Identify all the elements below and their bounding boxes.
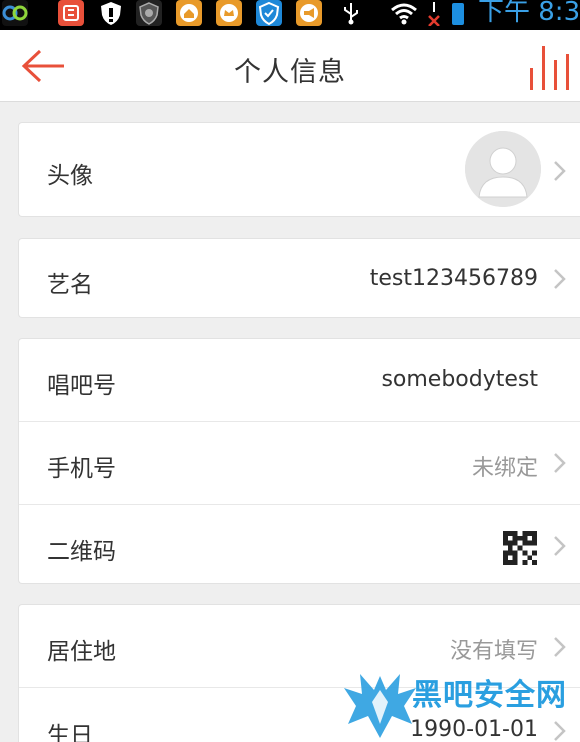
default-avatar-icon[interactable] xyxy=(465,131,541,207)
shield-white-icon xyxy=(98,0,124,26)
chevron-right-icon xyxy=(554,161,566,181)
birthday-label: 生日 xyxy=(47,723,93,742)
stage-name-card: 艺名 test123456789 xyxy=(18,238,580,318)
qr-code-label: 二维码 xyxy=(47,539,116,565)
phone-value: 未绑定 xyxy=(471,456,538,481)
shield-blue-icon xyxy=(256,0,282,26)
avatar-label: 头像 xyxy=(47,163,93,189)
chevron-right-icon xyxy=(554,637,566,657)
home-app-icon xyxy=(176,0,202,26)
phone-label: 手机号 xyxy=(47,456,116,482)
changba-id-label: 唱吧号 xyxy=(47,373,116,399)
megaphone-app-icon xyxy=(296,0,322,26)
bat-logo-icon xyxy=(344,674,416,738)
signal-blocked-icon xyxy=(426,0,442,27)
stage-name-label: 艺名 xyxy=(47,272,93,298)
security-badge-icon xyxy=(136,0,162,26)
qr-code-row[interactable]: 二维码 xyxy=(19,505,580,585)
watermark-url: www.myhack58.com xyxy=(412,706,574,722)
avatar-card: 头像 xyxy=(18,122,580,217)
usb-icon xyxy=(338,0,364,26)
changba-id-value: somebodytest xyxy=(381,367,538,392)
account-card: 唱吧号 somebodytest 手机号 未绑定 二维码 xyxy=(18,338,580,584)
changba-id-row: 唱吧号 somebodytest xyxy=(19,339,580,421)
stage-name-row[interactable]: 艺名 test123456789 xyxy=(19,239,580,319)
playing-indicator-button[interactable] xyxy=(526,42,580,90)
residence-value: 没有填写 xyxy=(449,639,538,664)
residence-label: 居住地 xyxy=(47,639,116,665)
app-icon-1 xyxy=(2,0,28,26)
status-time: 下午 8:3 xyxy=(478,0,580,27)
chevron-right-icon xyxy=(554,536,566,556)
phone-row[interactable]: 手机号 未绑定 xyxy=(19,422,580,504)
sing-app-icon xyxy=(58,0,84,26)
status-bar: 下午 8:3 xyxy=(0,0,580,30)
bars-icon xyxy=(530,46,569,90)
watermark: 黑吧安全网 www.myhack58.com xyxy=(340,668,574,742)
battery-icon xyxy=(452,3,464,25)
stage-name-value: test123456789 xyxy=(369,266,538,291)
chevron-right-icon xyxy=(554,269,566,289)
wifi-icon xyxy=(390,0,417,26)
avatar-row[interactable]: 头像 xyxy=(19,123,580,218)
qr-code-icon xyxy=(503,531,537,565)
crown-app-icon xyxy=(216,0,242,26)
chevron-right-icon xyxy=(554,453,566,473)
header-bar: 个人信息 xyxy=(0,30,580,102)
page-title: 个人信息 xyxy=(234,57,346,88)
